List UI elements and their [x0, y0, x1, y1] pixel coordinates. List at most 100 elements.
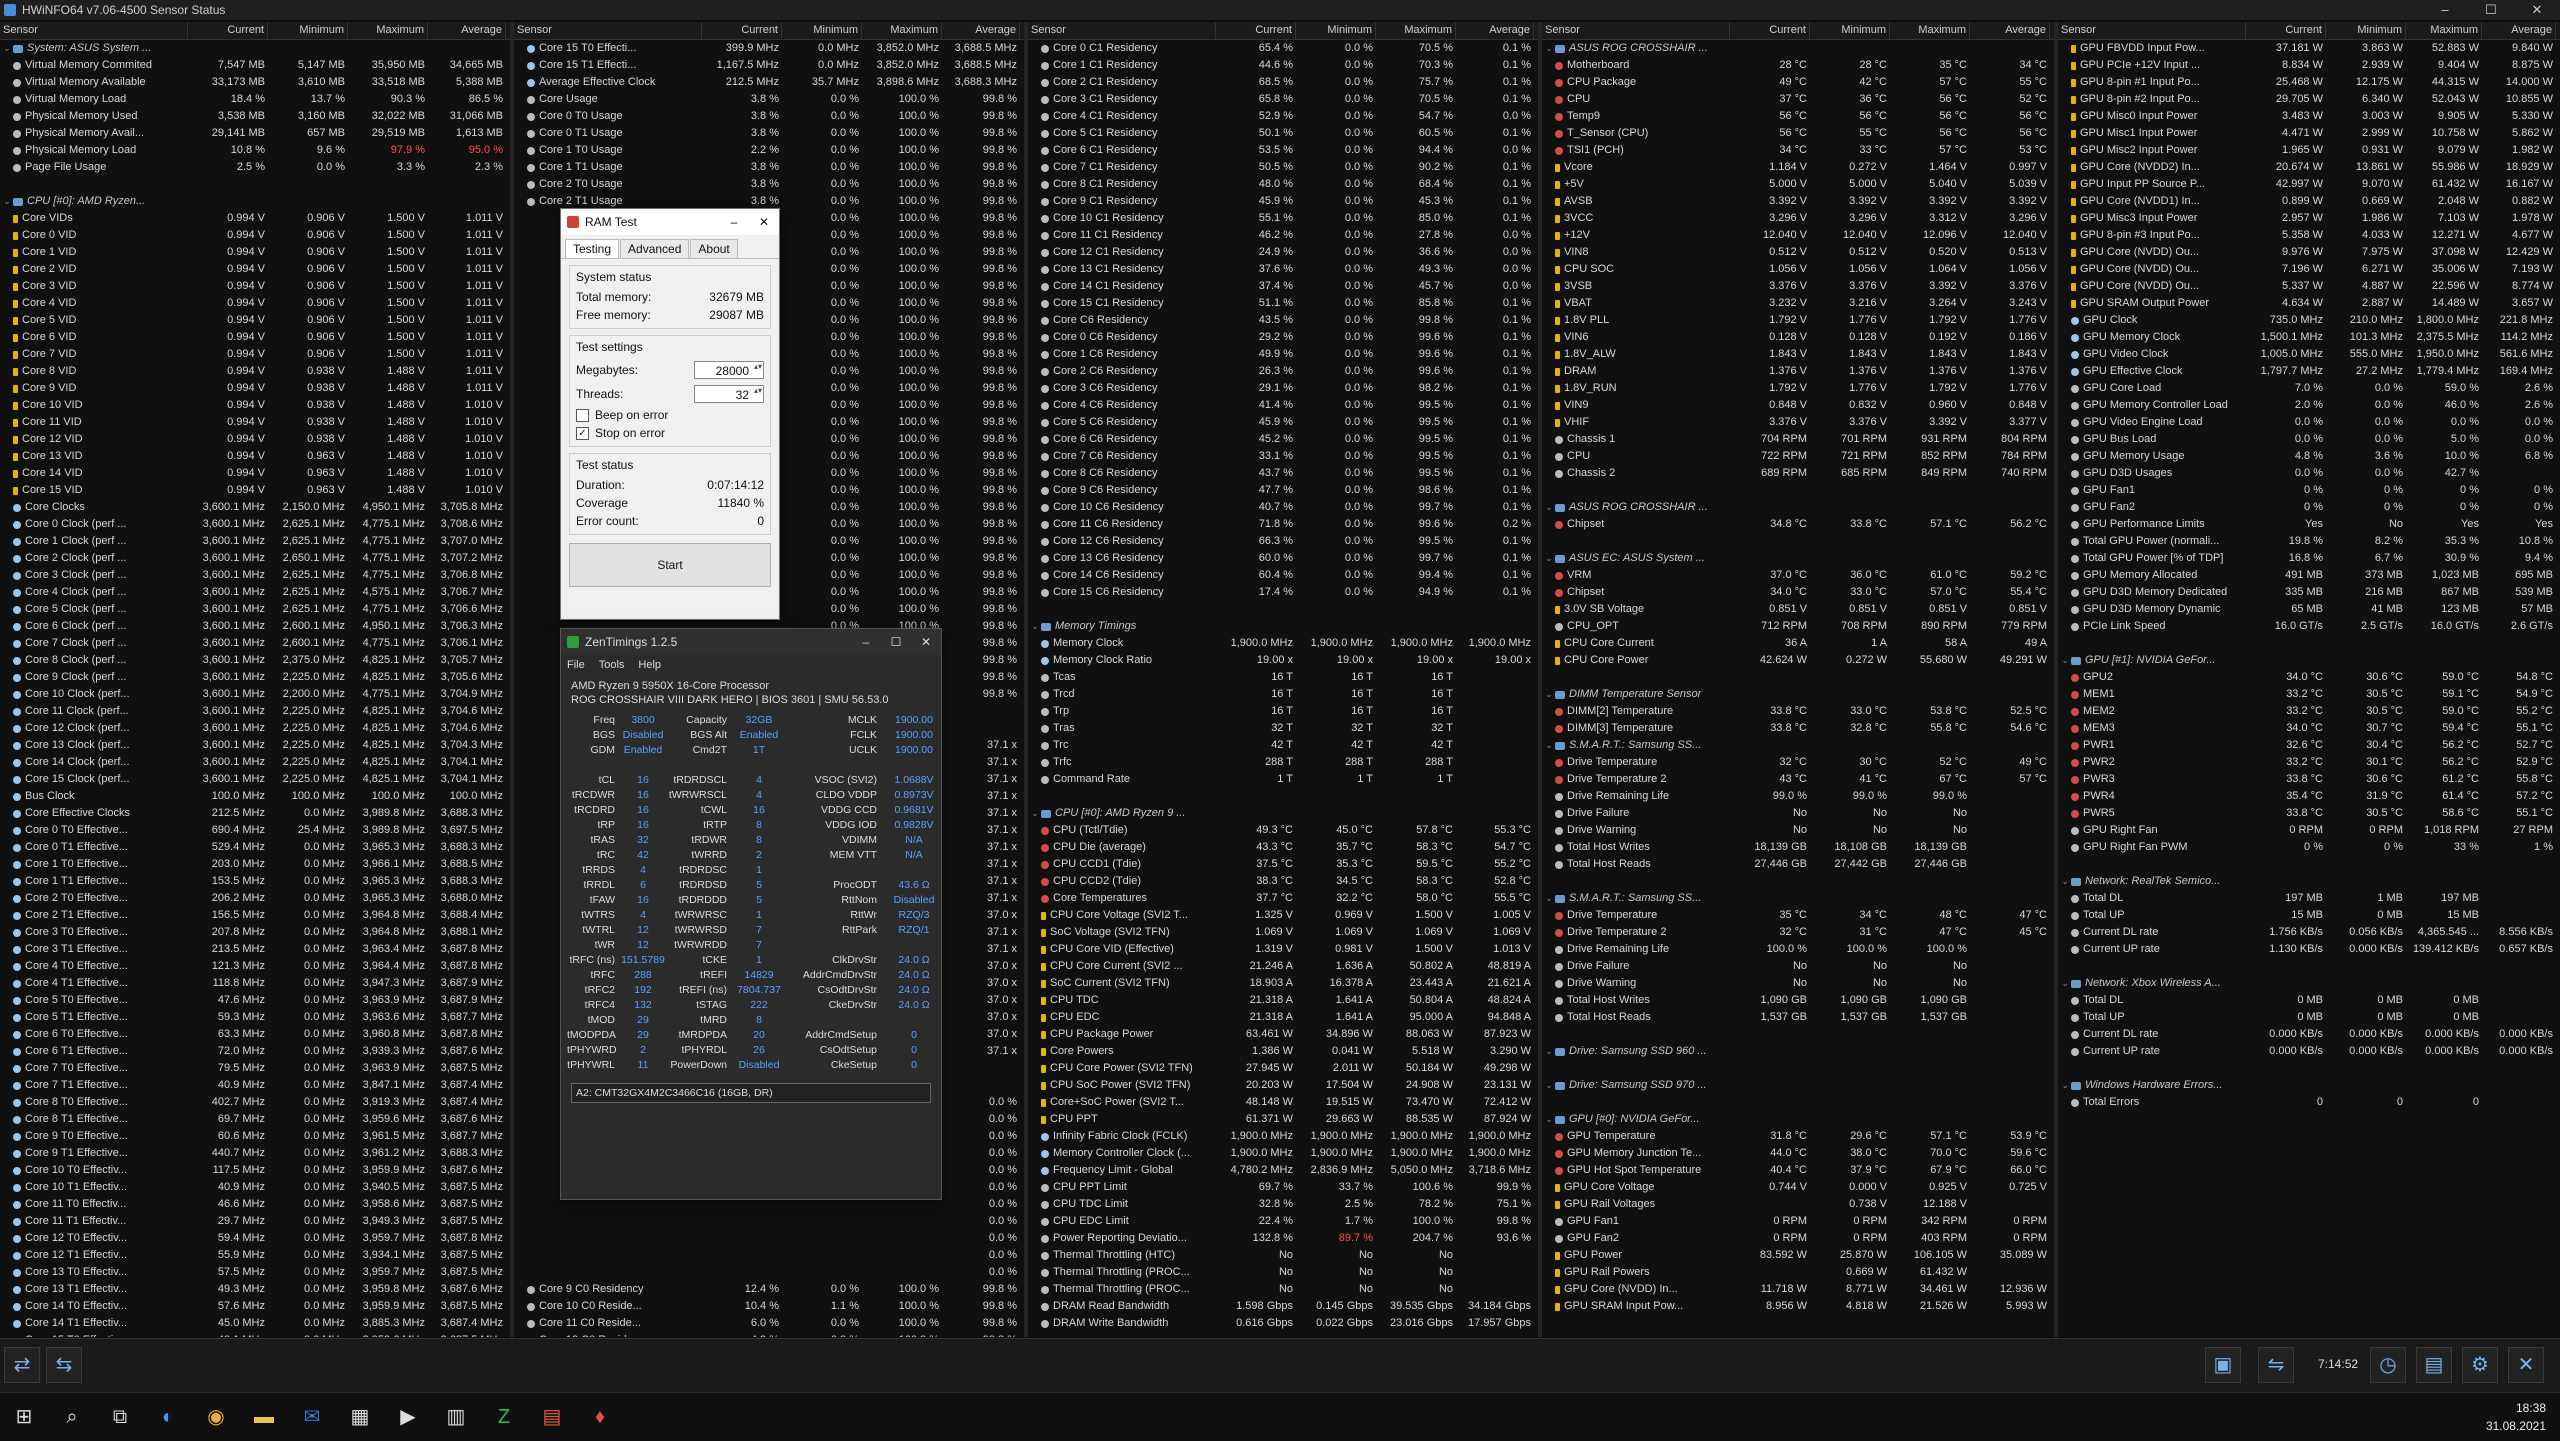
chevron-down-icon[interactable]: ⌄ [1545, 1111, 1555, 1128]
sensor-row[interactable]: VRM 37.0 °C 36.0 °C 61.0 °C 59.2 °C [1542, 567, 2054, 584]
sensor-row[interactable]: Core 8 Clock (perf ... 3,600.1 MHz 2,375.0… [0, 652, 510, 669]
sensor-group-row[interactable]: ⌄ Network: Xbox Wireless A... [2058, 975, 2560, 992]
sensor-row[interactable]: Core 12 VID 0.994 V 0.938 V 1.488 V 1.010 V [0, 431, 510, 448]
sensor-row[interactable] [1028, 601, 1538, 618]
sensor-row[interactable]: Core 8 T0 Effective... 402.7 MHz 0.0 MHz 3,… [0, 1094, 510, 1111]
sensor-row[interactable]: Thermal Throttling (HTC) No No No [1028, 1247, 1538, 1264]
sensor-row[interactable]: Core 0 T0 Usage 3.8 % 0.0 % 100.0 % 99.8 % [514, 108, 1024, 125]
sensor-row[interactable]: Trfc 288 T 288 T 288 T [1028, 754, 1538, 771]
column-header[interactable]: Maximum [1890, 22, 1970, 39]
sensor-row[interactable]: VHIF 3.376 V 3.376 V 3.392 V 3.377 V [1542, 414, 2054, 431]
sensor-row[interactable]: MEM3 34.0 °C 30.7 °C 59.4 °C 55.1 °C [2058, 720, 2560, 737]
sensor-row[interactable]: CPU PPT Limit 69.7 % 33.7 % 100.6 % 99.9 % [1028, 1179, 1538, 1196]
sensor-row[interactable]: DRAM Write Bandwidth 0.616 Gbps 0.022 Gbps… [1028, 1315, 1538, 1332]
sensor-row[interactable]: Core 1 C6 Residency 49.9 % 0.0 % 99.6 % 0.1 … [1028, 346, 1538, 363]
sensor-row[interactable]: Core 0 T1 Effective... 529.4 MHz 0.0 MHz 3,… [0, 839, 510, 856]
sensor-row[interactable]: GPU Core (NVDD) In... 11.718 W 8.771 W 34.4… [1542, 1281, 2054, 1298]
sensor-row[interactable]: Core 2 C1 Residency 68.5 % 0.0 % 75.7 % 0.1 … [1028, 74, 1538, 91]
sensor-row[interactable]: Core 13 C6 Residency 60.0 % 0.0 % 99.7 % 0.1… [1028, 550, 1538, 567]
sensor-group-row[interactable]: ⌄ ASUS ROG CROSSHAIR ... [1542, 40, 2054, 57]
sensor-row[interactable]: Core 7 VID 0.994 V 0.906 V 1.500 V 1.011 V [0, 346, 510, 363]
sensor-row[interactable]: Core 4 C6 Residency 41.4 % 0.0 % 99.5 % 0.1 … [1028, 397, 1538, 414]
sensor-row[interactable]: GPU Core (NVDD) Ou... 9.976 W 7.975 W 37.09… [2058, 244, 2560, 261]
sensor-row[interactable] [0, 176, 510, 193]
sensor-group-row[interactable]: ⌄ CPU [#0]: AMD Ryzen... [0, 193, 510, 210]
sensor-row[interactable]: Drive Temperature 35 °C 34 °C 48 °C 47 °C [1542, 907, 2054, 924]
sensor-row[interactable]: Memory Clock Ratio 19.00 x 19.00 x 19.00 x1… [1028, 652, 1538, 669]
sensor-row[interactable]: Core 9 C0 Residency 12.4 % 0.0 % 100.0 % 99.… [514, 1281, 1024, 1298]
tab-testing[interactable]: Testing [565, 239, 620, 258]
clock-reset-icon[interactable]: ◷ [2370, 1347, 2406, 1383]
sensor-row[interactable]: Core 9 C1 Residency 45.9 % 0.0 % 45.3 % 0.1 … [1028, 193, 1538, 210]
sensor-row[interactable]: Core 9 VID 0.994 V 0.938 V 1.488 V 1.011 V [0, 380, 510, 397]
sensor-row[interactable]: Core 2 Clock (perf ... 3,600.1 MHz 2,650.1… [0, 550, 510, 567]
sensor-row[interactable]: Core 14 C1 Residency 37.4 % 0.0 % 45.7 % 0.0… [1028, 278, 1538, 295]
sensor-row[interactable]: Core 11 C1 Residency 46.2 % 0.0 % 27.8 % 0.0… [1028, 227, 1538, 244]
sensor-row[interactable]: Core 11 C0 Reside... 6.0 % 0.0 % 100.0 % 99.… [514, 1315, 1024, 1332]
sensor-row[interactable]: GPU 8-pin #2 Input Po... 29.705 W 6.340 W5… [2058, 91, 2560, 108]
chevron-down-icon[interactable]: ⌄ [1545, 499, 1555, 516]
column-header[interactable]: Average [2482, 22, 2556, 39]
sensor-row[interactable]: Core 7 T1 Effective... 40.9 MHz 0.0 MHz 3,8… [0, 1077, 510, 1094]
menu-file[interactable]: File [567, 655, 585, 675]
sensor-row[interactable]: CPU 37 °C 36 °C 56 °C 52 °C [1542, 91, 2054, 108]
chevron-down-icon[interactable]: ⌄ [2061, 975, 2071, 992]
sensor-row[interactable]: Core 1 T1 Effective... 153.5 MHz 0.0 MHz 3,… [0, 873, 510, 890]
sensor-row[interactable] [1542, 1094, 2054, 1111]
sensor-row[interactable]: CPU Core Voltage (SVI2 T... 1.325 V 0.969 … [1028, 907, 1538, 924]
sensor-group-row[interactable]: ⌄ ASUS EC: ASUS System ... [1542, 550, 2054, 567]
sensor-row[interactable]: GPU SRAM Output Power 4.634 W 2.887 W 14.48… [2058, 295, 2560, 312]
sensor-row[interactable]: Core 12 Clock (perf... 3,600.1 MHz 2,225.0… [0, 720, 510, 737]
sensor-row[interactable]: Core 8 VID 0.994 V 0.938 V 1.488 V 1.011 V [0, 363, 510, 380]
sensor-row[interactable]: Core 0 C1 Residency 65.4 % 0.0 % 70.5 % 0.1 … [1028, 40, 1538, 57]
sensor-row[interactable]: Core 2 T0 Usage 3.8 % 0.0 % 100.0 % 99.8 % [514, 176, 1024, 193]
sensor-row[interactable]: Core Clocks 3,600.1 MHz 2,150.0 MHz 4,950.1… [0, 499, 510, 516]
sensor-row[interactable]: Core 10 Clock (perf... 3,600.1 MHz 2,200.0… [0, 686, 510, 703]
sensor-row[interactable]: Core Temperatures 37.7 °C 32.2 °C 58.0 °C 55… [1028, 890, 1538, 907]
sensor-row[interactable]: GPU D3D Memory Dynamic 65 MB 41 MB 123 MB 57… [2058, 601, 2560, 618]
sensor-row[interactable]: CPU Core Current 36 A1 A 58 A 49 A [1542, 635, 2054, 652]
sensor-row[interactable]: CPU Core Current (SVI2 ... 21.246 A 1.636 … [1028, 958, 1538, 975]
minimize-icon[interactable]: – [851, 629, 881, 655]
sensor-row[interactable]: Memory Clock 1,900.0 MHz 1,900.0 MHz 1,900.… [1028, 635, 1538, 652]
sensor-row[interactable]: Core 4 C1 Residency 52.9 % 0.0 % 54.7 % 0.0 … [1028, 108, 1538, 125]
sensor-row[interactable]: Total Host Writes 18,139 GB 18,108 GB 18,13… [1542, 839, 2054, 856]
sensor-row[interactable]: CPU Core Power 42.624 W 0.272 W 55.680 W 49.… [1542, 652, 2054, 669]
sensor-row[interactable]: Core VIDs 0.994 V 0.906 V 1.500 V 1.011 V [0, 210, 510, 227]
menu-tools[interactable]: Tools [599, 655, 625, 675]
sensor-row[interactable]: Core 13 T1 Effectiv... 49.3 MHz 0.0 MHz 3,9… [0, 1281, 510, 1298]
sensor-row[interactable]: Memory Controller Clock (... 1,900.0 MHz 1… [1028, 1145, 1538, 1162]
sensor-row[interactable]: Physical Memory Avail... 29,141 MB 657 MB 2… [0, 125, 510, 142]
sensor-row[interactable]: CPU (Tctl/Tdie) 49.3 °C 45.0 °C 57.8 °C 55.3… [1028, 822, 1538, 839]
app-taskbar-icon[interactable]: ♦ [584, 1401, 616, 1433]
column-header[interactable]: Current [702, 22, 782, 39]
sensor-row[interactable]: Temp9 56 °C 56 °C 56 °C 56 °C [1542, 108, 2054, 125]
sensor-row[interactable]: DIMM[2] Temperature 33.8 °C 33.0 °C 53.8 °C… [1542, 703, 2054, 720]
sensor-row[interactable]: Total DL 0 MB 0 MB 0 MB [2058, 992, 2560, 1009]
sensor-row[interactable] [1542, 1026, 2054, 1043]
chevron-down-icon[interactable]: ⌄ [1545, 890, 1555, 907]
chevron-down-icon[interactable]: ⌄ [3, 193, 13, 210]
sensor-row[interactable]: Core 6 C1 Residency 53.5 % 0.0 % 94.4 % 0.0 … [1028, 142, 1538, 159]
sensor-row[interactable]: Thermal Throttling (PROC... No No No [1028, 1264, 1538, 1281]
sensor-row[interactable]: Physical Memory Load 10.8 % 9.6 % 97.9 % 95.… [0, 142, 510, 159]
sensor-row[interactable]: Core 10 T1 Effectiv... 40.9 MHz 0.0 MHz 3,9… [0, 1179, 510, 1196]
sensor-row[interactable]: CPU Package 49 °C 42 °C 57 °C 55 °C [1542, 74, 2054, 91]
sensor-row[interactable]: 3VSB 3.376 V 3.376 V 3.392 V 3.376 V [1542, 278, 2054, 295]
sensor-row[interactable]: Total UP 0 MB 0 MB 0 MB [2058, 1009, 2560, 1026]
sensor-row[interactable]: Total UP 15 MB 0 MB 15 MB [2058, 907, 2560, 924]
sensor-row[interactable]: Core 15 Clock (perf... 3,600.1 MHz 2,225.0… [0, 771, 510, 788]
sensor-row[interactable]: +5V 5.000 V 5.000 V 5.040 V 5.039 V [1542, 176, 2054, 193]
sensor-row[interactable]: GPU Rail Powers 0.669 W 61.432 W [1542, 1264, 2054, 1281]
close-icon[interactable]: ✕ [911, 629, 941, 655]
chevron-down-icon[interactable]: ⌄ [2061, 1077, 2071, 1094]
sensor-row[interactable]: GPU Fan2 0 RPM 0 RPM 403 RPM 0 RPM [1542, 1230, 2054, 1247]
sensor-row[interactable]: Core 5 VID 0.994 V 0.906 V 1.500 V 1.011 V [0, 312, 510, 329]
sensor-row[interactable]: Chassis 2 689 RPM 685 RPM 849 RPM 740 RPM [1542, 465, 2054, 482]
chevron-down-icon[interactable]: ⌄ [1545, 40, 1555, 57]
sensor-row[interactable]: SoC Current (SVI2 TFN) 18.903 A 16.378 A 23… [1028, 975, 1538, 992]
sensor-row[interactable]: Page File Usage 2.5 % 0.0 % 3.3 % 2.3 % [0, 159, 510, 176]
tab-advanced[interactable]: Advanced [620, 239, 690, 258]
sensor-row[interactable] [2058, 856, 2560, 873]
megabytes-stepper[interactable]: 28000 [694, 361, 764, 379]
